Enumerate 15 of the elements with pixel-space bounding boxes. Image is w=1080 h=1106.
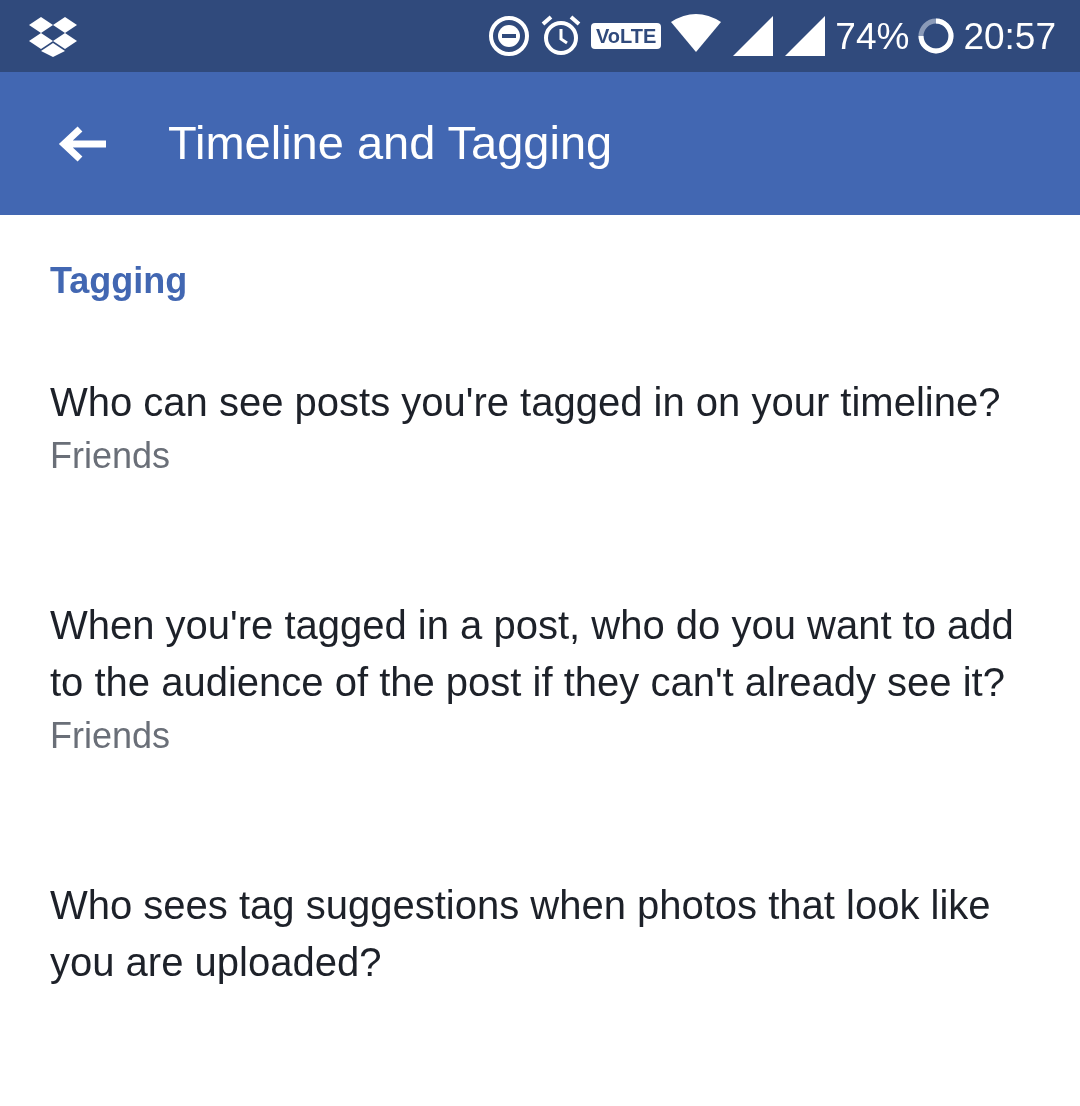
clock-time: 20:57 [963,17,1056,55]
setting-question[interactable]: Who sees tag suggestions when photos that look like you are uploaded? [50,877,1030,992]
signal-icon [783,14,828,58]
battery-percent: 74% [835,17,910,55]
volte-badge: VoLTE [590,23,662,49]
setting-value: Friends [50,434,172,479]
setting-question[interactable]: When you're tagged in a post, who do you want to add to the audience of the post if they can't already see it? [50,597,1030,712]
setting-value: Friends [50,714,172,759]
screen-title: Timeline and Tagging [168,115,613,172]
do-not-disturb-icon [486,14,531,58]
signal-icon [731,14,776,58]
dropbox-icon [28,15,78,57]
battery-ring-icon [917,17,956,55]
setting-question[interactable]: Who can see posts you're tagged in on your timeline? [50,374,1030,432]
section-heading: Tagging [49,259,189,303]
